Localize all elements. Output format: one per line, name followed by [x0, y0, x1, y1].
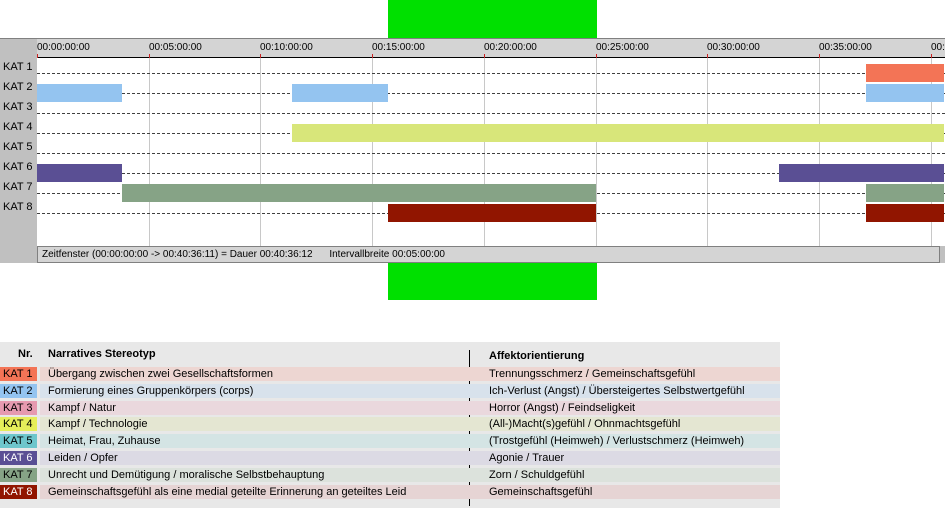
legend-stereotyp: Unrecht und Demütigung / moralische Selb…: [48, 468, 325, 481]
row-label-kat-8: KAT 8: [3, 201, 33, 213]
legend-row: KAT 4 Kampf / Technologie (All-)Macht(s)ge…: [0, 417, 780, 433]
segment-kat-7[interactable]: [866, 184, 944, 202]
segment-kat-4[interactable]: [292, 124, 944, 142]
legend-stereotyp: Formierung eines Gruppenkörpers (corps): [48, 384, 254, 397]
legend-affekt: Ich-Verlust (Angst) / Übersteigertes Sel…: [489, 384, 745, 397]
green-marker-top: [388, 0, 597, 38]
segment-kat-6[interactable]: [779, 164, 944, 182]
grid-line: [596, 58, 597, 246]
grid-line: [149, 58, 150, 246]
row-separator: [37, 153, 945, 154]
ruler-tick-label: 00:30:00:00: [707, 42, 760, 53]
legend-affekt: (Trostgefühl (Heimweh) / Verlustschmerz …: [489, 435, 745, 448]
row-separator: [37, 73, 945, 74]
segment-kat-6[interactable]: [37, 164, 122, 182]
ruler-tick-label: 00:05:00:00: [149, 42, 202, 53]
row-label-kat-7: KAT 7: [3, 181, 33, 193]
legend-nr-badge: KAT 3: [0, 400, 37, 415]
legend-affekt: Horror (Angst) / Feindseligkeit: [489, 401, 636, 414]
legend-nr-badge: KAT 5: [0, 434, 37, 449]
legend-stereotyp: Heimat, Frau, Zuhause: [48, 435, 161, 448]
legend-stereotyp: Kampf / Natur: [48, 401, 116, 414]
row-separator: [37, 113, 945, 114]
legend-nr-badge: KAT 1: [0, 367, 37, 381]
legend-affekt: Zorn / Schuldgefühl: [489, 468, 585, 481]
legend-header-nr: Nr.: [18, 348, 33, 360]
grid-line: [260, 58, 261, 246]
row-separator: [37, 93, 945, 94]
row-label-kat-3: KAT 3: [3, 101, 33, 113]
row-label-kat-2: KAT 2: [3, 81, 33, 93]
green-marker-bottom: [388, 263, 597, 300]
legend-nr-badge: KAT 6: [0, 451, 37, 465]
segment-kat-8[interactable]: [866, 204, 944, 222]
legend-affekt: Gemeinschaftsgefühl: [489, 485, 593, 498]
legend-row: KAT 6 Leiden / Opfer Agonie / Trauer: [0, 451, 780, 467]
ruler-tick-label: 00:35:00:00: [819, 42, 872, 53]
legend-row-tint: [40, 451, 780, 465]
legend-affekt: (All-)Macht(s)gefühl / Ohnmachtsgefühl: [489, 418, 681, 431]
grid-line: [707, 58, 708, 246]
segment-kat-2[interactable]: [866, 84, 944, 102]
segment-kat-7[interactable]: [122, 184, 596, 202]
legend-stereotyp: Übergang zwischen zwei Gesellschaftsform…: [48, 368, 273, 380]
legend-nr-badge: KAT 4: [0, 417, 37, 432]
ruler-tick-label: 00:20:00:00: [484, 42, 537, 53]
status-bar: Zeitfenster (00:00:00:00 -> 00:40:36:11)…: [37, 246, 940, 263]
legend-row-tint: [40, 400, 780, 415]
legend-row: KAT 8 Gemeinschaftsgefühl als eine medial…: [0, 484, 780, 501]
legend-nr-badge: KAT 7: [0, 467, 37, 482]
row-label-kat-5: KAT 5: [3, 141, 33, 153]
ruler-tick-label: 00:15:00:00: [372, 42, 425, 53]
legend-row: KAT 3 Kampf / Natur Horror (Angst) / Feind…: [0, 400, 780, 417]
timeline-panel: 00:00:00:00 00:05:00:00 00:10:00:00 00:15:0…: [0, 38, 945, 263]
legend-row: KAT 7 Unrecht und Demütigung / moralische…: [0, 467, 780, 484]
row-label-kat-1: KAT 1: [3, 61, 33, 73]
track-area[interactable]: [37, 58, 945, 246]
legend-stereotyp: Kampf / Technologie: [48, 418, 148, 431]
segment-kat-2[interactable]: [292, 84, 388, 102]
segment-kat-1[interactable]: [866, 64, 944, 82]
legend-nr-badge: KAT 2: [0, 383, 37, 398]
ruler-tick-label: 00:00:00:00: [37, 42, 90, 53]
legend-nr-badge: KAT 8: [0, 484, 37, 499]
status-intervall: Intervallbreite 00:05:00:00: [329, 249, 445, 260]
ruler-tick-label: 00:: [931, 42, 945, 53]
ruler-tick-label: 00:10:00:00: [260, 42, 313, 53]
ruler-tick-label: 00:25:00:00: [596, 42, 649, 53]
legend-affekt: Trennungsschmerz / Gemeinschaftsgefühl: [489, 368, 696, 380]
row-label-kat-6: KAT 6: [3, 161, 33, 173]
segment-kat-2[interactable]: [37, 84, 122, 102]
row-label-kat-4: KAT 4: [3, 121, 33, 133]
legend-stereotyp: Gemeinschaftsgefühl als eine medial gete…: [48, 485, 407, 498]
status-zeitfenster: Zeitfenster (00:00:00:00 -> 00:40:36:11)…: [42, 249, 313, 260]
legend-row: KAT 5 Heimat, Frau, Zuhause (Trostgefühl (…: [0, 434, 780, 450]
legend-stereotyp: Leiden / Opfer: [48, 452, 118, 464]
legend-row: KAT 2 Formierung eines Gruppenkörpers (co…: [0, 383, 780, 400]
segment-kat-8[interactable]: [388, 204, 596, 222]
legend-row: KAT 1 Übergang zwischen zwei Gesellschaft…: [0, 367, 780, 383]
legend-table: Nr. Narratives Stereotyp Affektorientier…: [0, 342, 780, 508]
legend-affekt: Agonie / Trauer: [489, 452, 565, 464]
legend-header-stereotyp: Narratives Stereotyp: [48, 348, 156, 360]
time-ruler[interactable]: 00:00:00:00 00:05:00:00 00:10:00:00 00:15:0…: [37, 39, 945, 58]
grid-line: [819, 58, 820, 246]
legend-header-affekt: Affektorientierung: [489, 350, 585, 362]
